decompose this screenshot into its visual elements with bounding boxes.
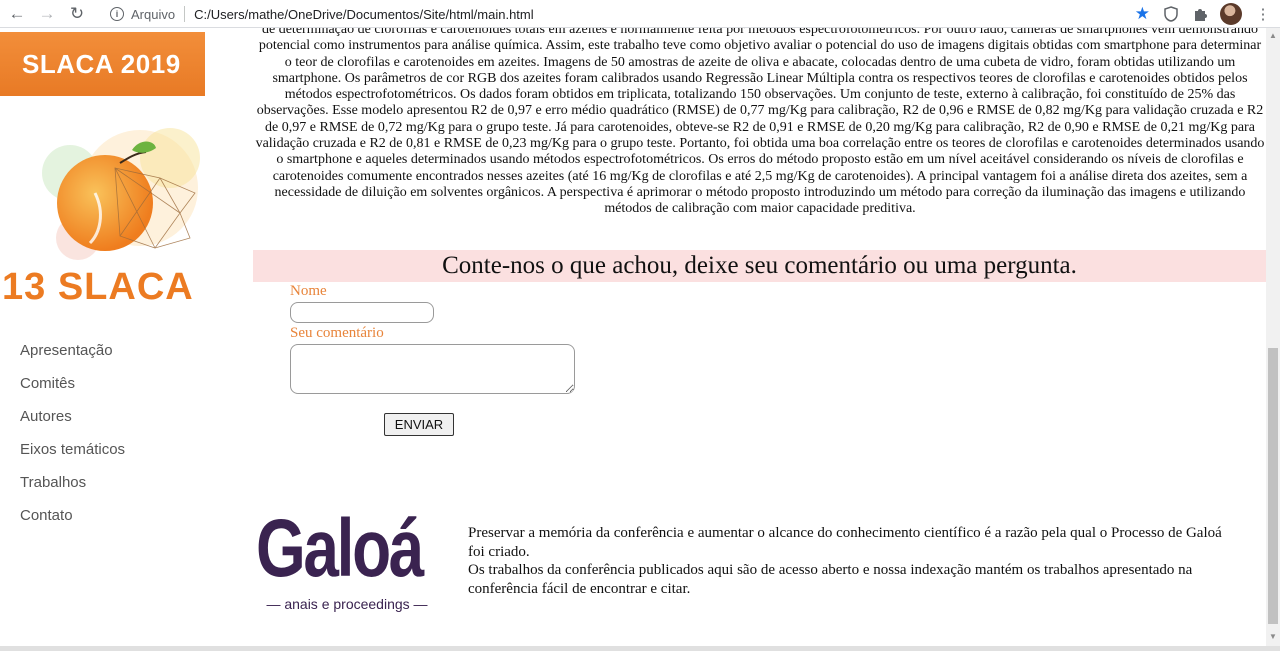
sidebar: SLACA 2019 13 SLACA Apresentação Comitês… — [0, 28, 253, 651]
sidebar-item-trabalhos[interactable]: Trabalhos — [20, 473, 125, 506]
info-icon[interactable]: i — [110, 7, 124, 21]
sidebar-item-contato[interactable]: Contato — [20, 506, 125, 539]
galoa-logo-subtitle: — anais e proceedings — — [266, 596, 428, 612]
back-button[interactable]: ← — [4, 1, 30, 27]
orange-logo-icon — [42, 128, 200, 260]
browser-toolbar: ← → ↻ i Arquivo C:/Users/mathe/OneDrive/… — [0, 0, 1280, 28]
sidebar-menu: Apresentação Comitês Autores Eixos temát… — [20, 341, 125, 539]
star-icon[interactable]: ★ — [1135, 2, 1150, 26]
protocol-label: Arquivo — [131, 6, 176, 22]
reload-button[interactable]: ↻ — [64, 1, 90, 27]
menu-icon[interactable]: ⋮ — [1252, 3, 1274, 25]
scrollbar-thumb[interactable] — [1268, 348, 1278, 624]
galoa-description: Preservar a memória da conferência e aum… — [468, 524, 1228, 598]
comment-textarea[interactable] — [290, 344, 575, 394]
galoa-logo[interactable]: Galoá — anais e proceedings — — [256, 508, 438, 618]
url-text[interactable]: C:/Users/mathe/OneDrive/Documentos/Site/… — [194, 7, 534, 22]
address-bar[interactable]: i Arquivo C:/Users/mathe/OneDrive/Docume… — [104, 2, 1150, 26]
sidebar-item-eixos-tematicos[interactable]: Eixos temáticos — [20, 440, 125, 473]
galoa-paragraph-2: Os trabalhos da conferência publicados a… — [468, 562, 1193, 597]
sidebar-item-autores[interactable]: Autores — [20, 407, 125, 440]
scroll-down-arrow-icon[interactable]: ▼ — [1266, 629, 1280, 645]
page-scrollbar[interactable]: ▲ ▼ — [1266, 28, 1280, 651]
shield-icon[interactable] — [1160, 3, 1182, 25]
submit-button[interactable]: ENVIAR — [384, 413, 454, 436]
name-input[interactable] — [290, 302, 434, 323]
forward-button[interactable]: → — [34, 1, 60, 27]
omnibox-separator — [184, 6, 186, 22]
abstract-text: de determinação de clorofilas e caroteno… — [255, 28, 1265, 217]
bottom-edge — [0, 646, 1280, 651]
sidebar-item-apresentacao[interactable]: Apresentação — [20, 341, 125, 374]
comment-label: Seu comentário — [290, 325, 384, 341]
slaca-logo-text: 13 SLACA — [2, 266, 194, 308]
scroll-up-arrow-icon[interactable]: ▲ — [1266, 28, 1280, 44]
galoa-logo-word: Galoá — [256, 503, 424, 594]
conference-banner[interactable]: SLACA 2019 — [0, 32, 205, 96]
profile-avatar[interactable] — [1220, 3, 1242, 25]
sidebar-item-comites[interactable]: Comitês — [20, 374, 125, 407]
name-label: Nome — [290, 283, 327, 299]
galoa-paragraph-1: Preservar a memória da conferência e aum… — [468, 525, 1222, 560]
comment-title: Conte-nos o que achou, deixe seu comentá… — [442, 252, 1077, 279]
puzzle-icon[interactable] — [1189, 3, 1211, 25]
abstract-section: de determinação de clorofilas e caroteno… — [254, 28, 1266, 228]
